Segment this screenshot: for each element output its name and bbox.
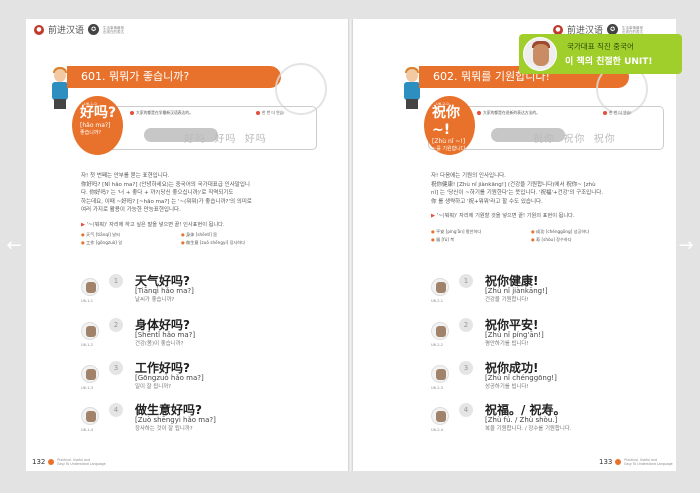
header-subtitle: 生活事情最常出现在的表达 xyxy=(103,25,125,34)
item-number: 1 xyxy=(109,274,123,288)
arrow-left-icon[interactable]: ← xyxy=(6,236,22,256)
example-item: U6-2-3 3 祝你成功! [Zhù nǐ chénggōng!] 성공하기를… xyxy=(431,359,671,395)
key-word-circle: 好吗? [hǎo ma?] 좋습니까? xyxy=(72,96,123,155)
item-pinyin: [Zhù nǐ jiànkāng!] xyxy=(485,287,548,295)
speaker-avatar xyxy=(81,322,99,340)
arrow-right-icon[interactable]: → xyxy=(678,236,694,256)
speaker-avatar xyxy=(81,278,99,296)
speaker-avatar xyxy=(81,365,99,383)
right-page: ● 前进汉语 ✪ 生活事情最常出现在的表达 602. 뭐뭐를 기원합니다! 大家… xyxy=(353,19,676,471)
logo-icon: ● xyxy=(34,24,44,35)
example-item: U6-1-1 1 天气好吗? [Tiānqì hǎo ma?] 날씨가 좋습니까… xyxy=(81,272,321,308)
item-ko: 복을 기원합니다. / 장수를 기원합니다. xyxy=(485,426,572,432)
tip-tag: 한 번 더 연습! xyxy=(603,110,632,116)
page-number: 132 xyxy=(32,458,46,466)
promo-line1: 국가대표 직진 중국어 xyxy=(567,42,634,51)
vocab-list: 天气 [tiānqì] 날씨身体 [shēntǐ] 몸 工作 [gōngzuò]… xyxy=(81,232,281,246)
item-pinyin: [Gōngzuò hǎo ma?] xyxy=(135,374,204,382)
note-line: ▶ '~(뭐뭐)' 자리에 하고 싶은 말을 넣으면 끝! 인사표현이 됩니다. xyxy=(81,222,225,228)
item-number: 2 xyxy=(459,318,473,332)
key-word-pinyin: [Zhù nǐ ~!] xyxy=(432,138,466,145)
speaker-avatar xyxy=(431,322,449,340)
item-pinyin: [Zhù nǐ píng'ān!] xyxy=(485,331,544,339)
logo-icon: ● xyxy=(553,24,563,35)
left-page: ● 前进汉语 ✪ 生活事情最常出现在的表达 601. 뭐뭐가 좋습니까? 大家的… xyxy=(26,19,349,471)
item-code: U6-2-1 xyxy=(431,299,444,303)
item-ko: 날씨가 좋습니까? xyxy=(135,297,175,303)
promo-banner[interactable]: 국가대표 직진 중국어 이 책의 친절한 UNIT! xyxy=(519,34,682,74)
item-ko: 일이 잘 됩니까? xyxy=(135,384,172,390)
item-code: U6-1-2 xyxy=(81,343,94,347)
item-number: 2 xyxy=(109,318,123,332)
item-pinyin: [Zhù fú. / Zhù shòu.] xyxy=(485,416,558,424)
item-pinyin: [Zuò shēngyi hǎo ma?] xyxy=(135,416,216,424)
speaker-avatar xyxy=(431,278,449,296)
unit-code: U6-1-0 xyxy=(84,101,97,106)
footer-logo-icon xyxy=(48,459,55,465)
key-word-cn: 祝你~! xyxy=(432,105,460,138)
key-word-pinyin: [hǎo ma?] xyxy=(80,122,111,129)
vocab-list: 平安 [píng'ān] 평안하다成功 [chénggōng] 성공하다 福 [… xyxy=(431,229,631,243)
item-ko: 장사하는 것이 잘 됩니까? xyxy=(135,426,193,432)
example-item: U6-1-3 3 工作好吗? [Gōngzuò hǎo ma?] 일이 잘 됩니… xyxy=(81,359,321,395)
repeat-words: 祝你 祝你 祝你 xyxy=(533,134,616,145)
key-word-ko: 좋습니까? xyxy=(80,130,102,136)
page-number: 133 xyxy=(599,458,613,466)
item-pinyin: [Tiānqì hǎo ma?] xyxy=(135,287,194,295)
unit-code: U6-2-0 xyxy=(436,101,449,106)
item-number: 3 xyxy=(459,361,473,375)
header-subtitle: 生活事情最常出现在的表达 xyxy=(622,25,644,34)
footer-text: Practical. Useful and Easy To Understand … xyxy=(624,458,673,466)
key-word-circle: 祝你~! [Zhù nǐ ~!] ~를 기원합니다 xyxy=(424,96,475,155)
example-item: U6-2-1 1 祝你健康! [Zhù nǐ jiànkāng!] 건강을 기원… xyxy=(431,272,671,308)
item-ko: 건강을 기원합니다! xyxy=(485,297,529,303)
key-word-ko: ~를 기원합니다 xyxy=(432,146,466,152)
note-line: ▶ '~(뭐뭐)' 자리에 기원할 것을 넣으면 끝! 기원의 표현이 됩니다. xyxy=(431,213,575,219)
speaker-avatar xyxy=(431,365,449,383)
item-code: U6-1-1 xyxy=(81,299,94,303)
page-footer: 133 Practical. Useful and Easy To Underst… xyxy=(599,458,673,466)
footer-text: Practical. Useful and Easy To Understand … xyxy=(57,458,106,466)
tip-text: 大家的都是在学最新汉语表达的。 xyxy=(130,110,193,116)
item-number: 4 xyxy=(109,403,123,417)
item-code: U6-2-2 xyxy=(431,343,444,347)
tip-text: 大家的都是在说新的表达方法的。 xyxy=(477,110,540,116)
speaker-avatar xyxy=(431,407,449,425)
item-code: U6-2-4 xyxy=(431,428,444,432)
page-footer: 132 Practical. Useful and Easy To Underst… xyxy=(32,458,106,466)
example-item: U6-2-2 2 祝你平安! [Zhù nǐ píng'ān!] 평안하기를 빕… xyxy=(431,316,671,352)
example-item: U6-2-4 4 祝福。/ 祝寿。 [Zhù fú. / Zhù shòu.] … xyxy=(431,401,671,437)
badge-icon: ✪ xyxy=(88,24,100,35)
item-code: U6-1-4 xyxy=(81,428,94,432)
item-number: 4 xyxy=(459,403,473,417)
item-pinyin: [Shēntǐ hǎo ma?] xyxy=(135,331,196,339)
tip-tag: 한 번 더 연습! xyxy=(256,110,285,116)
repeat-words: 好吗 好吗 好吗 xyxy=(184,134,267,145)
explanation-text: 자! 다음에는 기원의 인사입니다. 祝你健康! [Zhù nǐ jiànkān… xyxy=(431,173,604,205)
example-item: U6-1-4 4 做生意好吗? [Zuò shēngyi hǎo ma?] 장사… xyxy=(81,401,321,437)
speaker-avatar xyxy=(81,407,99,425)
item-code: U6-1-3 xyxy=(81,386,94,390)
item-number: 1 xyxy=(459,274,473,288)
lesson-banner: 601. 뭐뭐가 좋습니까? xyxy=(67,66,281,88)
item-ko: 평안하기를 빕니다! xyxy=(485,341,529,347)
item-pinyin: [Zhù nǐ chénggōng!] xyxy=(485,374,557,382)
promo-line2: 이 책의 친절한 UNIT! xyxy=(565,57,653,67)
header-title: 前进汉语 xyxy=(48,26,85,36)
item-ko: 건강(몸)이 좋습니까? xyxy=(135,341,184,347)
book-viewer: ← → ● 前进汉语 ✪ 生活事情最常出现在的表达 601. 뭐뭐가 좋습니까?… xyxy=(0,0,700,493)
item-code: U6-2-3 xyxy=(431,386,444,390)
example-item: U6-1-2 2 身体好吗? [Shēntǐ hǎo ma?] 건강(몸)이 좋… xyxy=(81,316,321,352)
author-photo xyxy=(523,37,557,71)
explanation-text: 자! 첫 번째는 안부를 묻는 표현입니다. 你好吗? [Nǐ hǎo ma?]… xyxy=(81,173,252,214)
page-header: ● 前进汉语 ✪ 生活事情最常出现在的表达 xyxy=(34,23,127,36)
footer-logo-icon xyxy=(615,459,622,465)
item-ko: 성공하기를 빕니다! xyxy=(485,384,529,390)
item-number: 3 xyxy=(109,361,123,375)
